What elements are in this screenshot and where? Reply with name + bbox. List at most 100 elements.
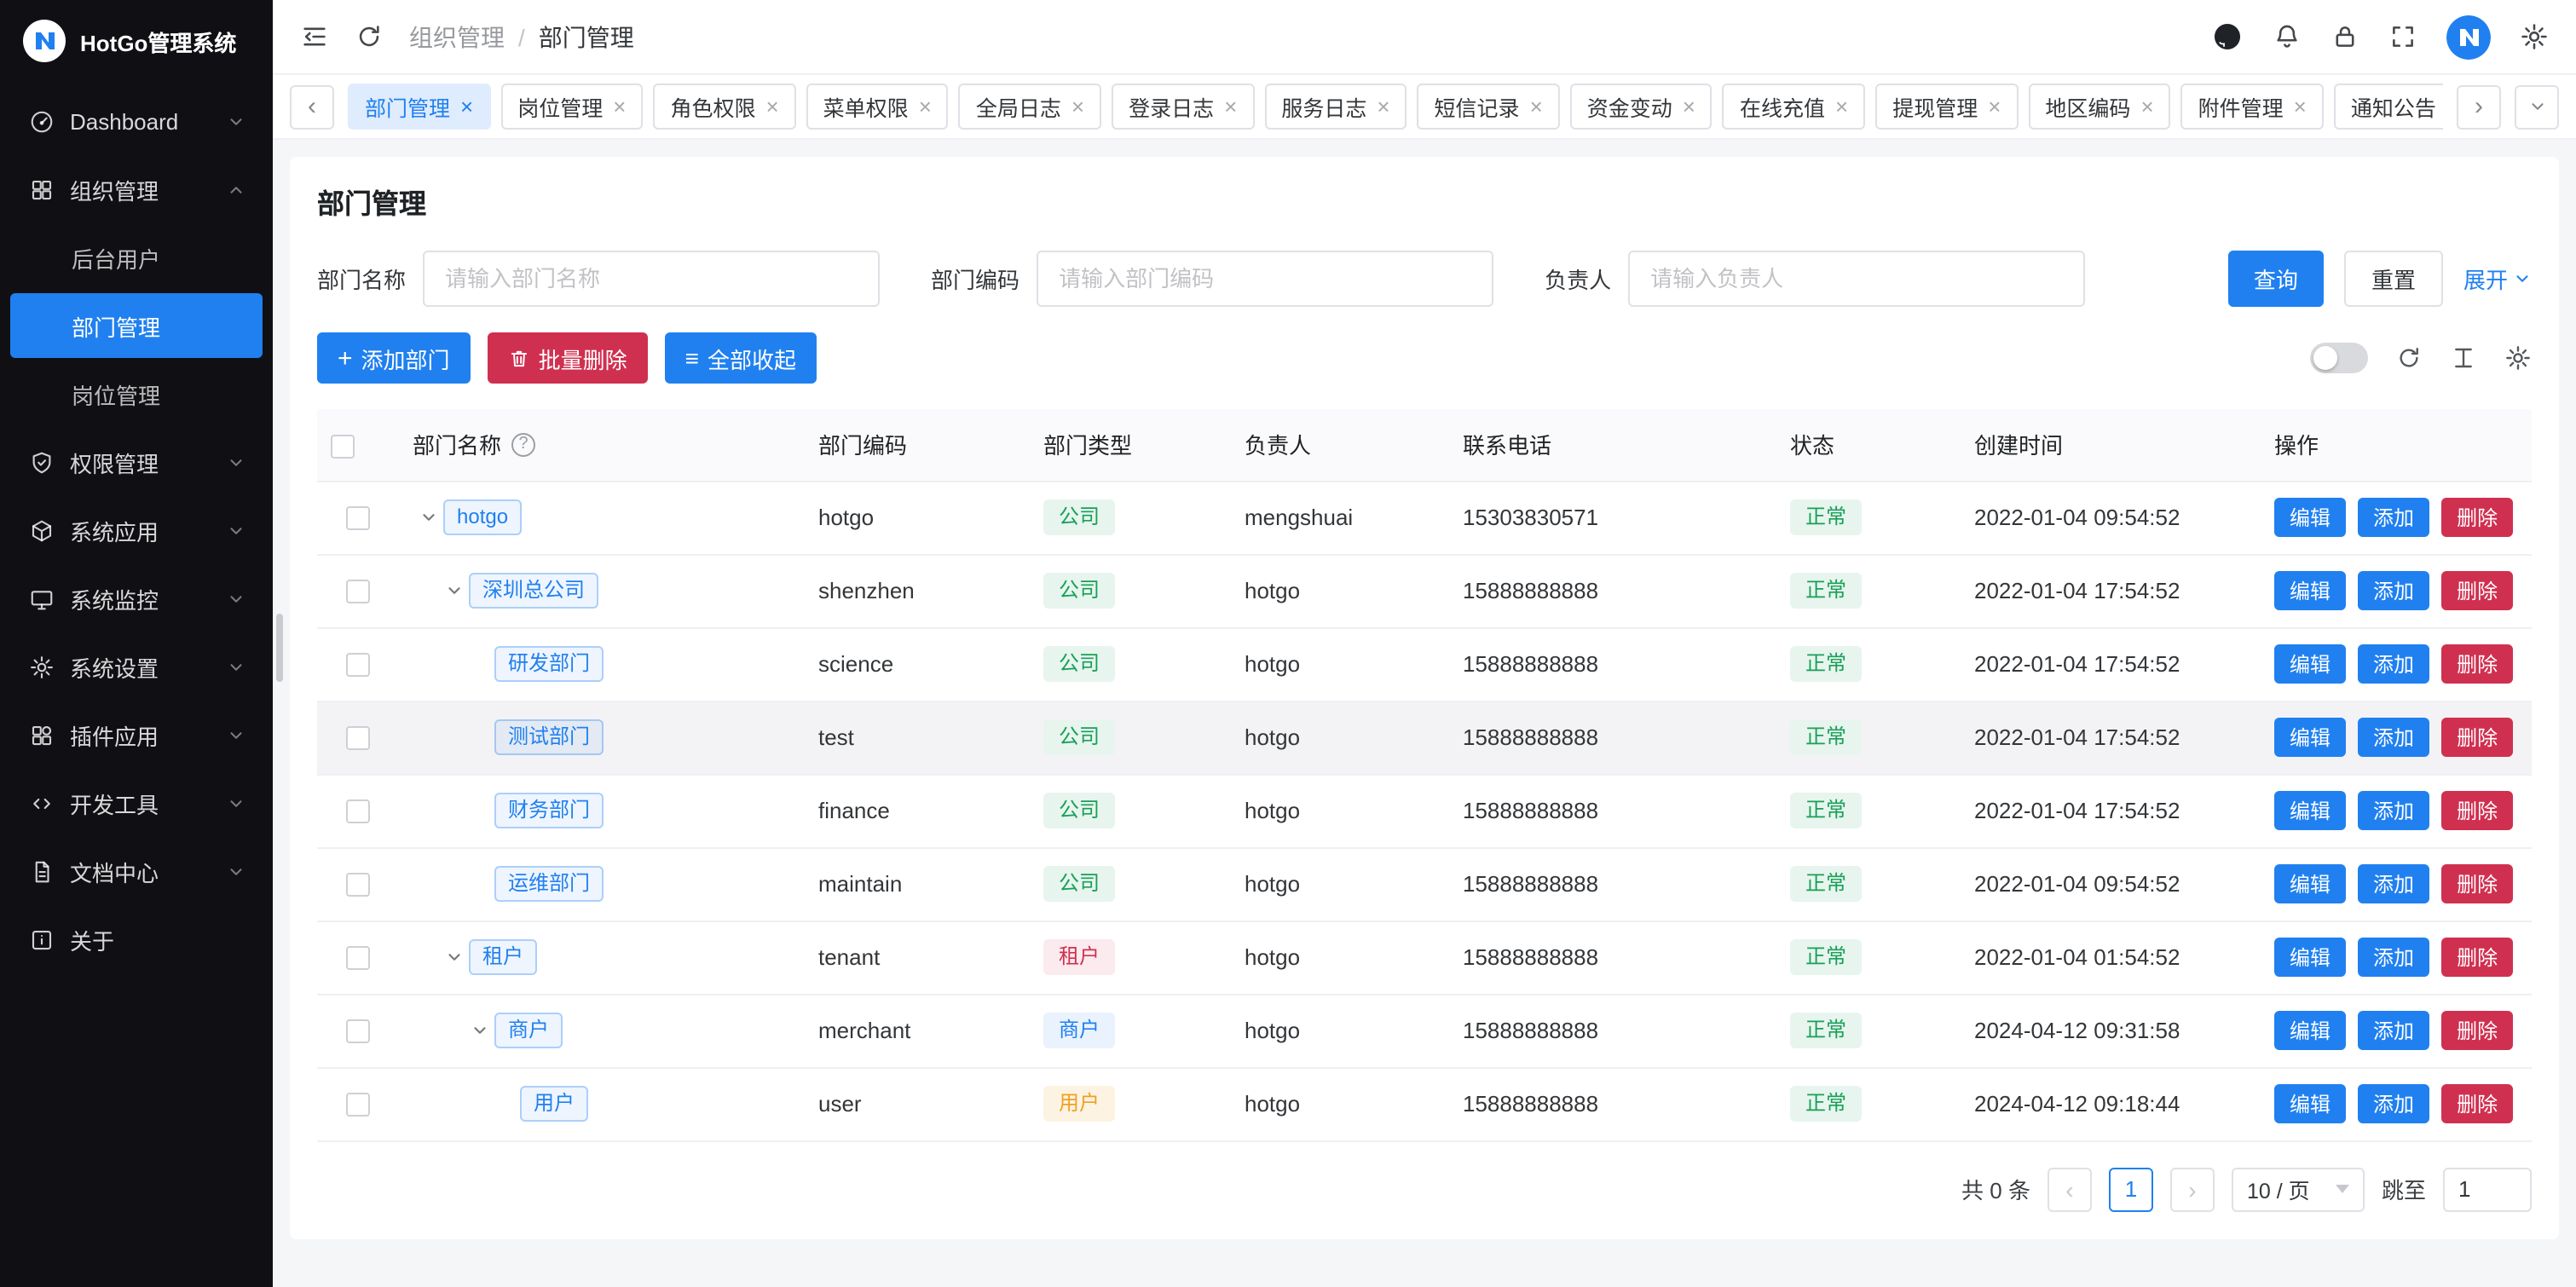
delete-button[interactable]: 删除 [2441, 571, 2513, 610]
dept-code-input[interactable] [1037, 251, 1493, 307]
reset-button[interactable]: 重置 [2344, 251, 2443, 307]
close-icon[interactable]: × [1071, 95, 1084, 118]
add-department-button[interactable]: + 添加部门 [317, 332, 471, 384]
department-name-tag[interactable]: 财务部门 [494, 792, 604, 828]
tab[interactable]: 在线充值× [1723, 84, 1865, 130]
edit-button[interactable]: 编辑 [2274, 938, 2346, 977]
sidebar-item-doc-center[interactable]: 文档中心 [10, 839, 263, 903]
edit-button[interactable]: 编辑 [2274, 1011, 2346, 1050]
tab[interactable]: 提现管理× [1875, 84, 2018, 130]
sidebar-item-department[interactable]: 部门管理 [10, 293, 263, 358]
close-icon[interactable]: × [460, 95, 473, 118]
striped-toggle-switch[interactable] [2310, 343, 2368, 373]
page-number-button[interactable]: 1 [2109, 1167, 2153, 1211]
edit-button[interactable]: 编辑 [2274, 791, 2346, 830]
row-checkbox[interactable] [346, 507, 370, 531]
sidebar-item-dev-tools[interactable]: 开发工具 [10, 770, 263, 835]
close-icon[interactable]: × [1377, 95, 1389, 118]
close-icon[interactable]: × [2140, 95, 2153, 118]
close-icon[interactable]: × [613, 95, 626, 118]
department-name-tag[interactable]: 租户 [469, 938, 537, 975]
delete-button[interactable]: 删除 [2441, 938, 2513, 977]
menu-fold-icon[interactable] [300, 22, 329, 51]
leader-input[interactable] [1628, 251, 2085, 307]
add-button[interactable]: 添加 [2358, 1011, 2429, 1050]
tab[interactable]: 岗位管理× [500, 84, 643, 130]
sidebar-item-system-monitor[interactable]: 系统监控 [10, 566, 263, 631]
tab[interactable]: 部门管理× [348, 84, 490, 130]
tabs-scroll-left-button[interactable]: ‹ [290, 84, 334, 129]
sidebar-item-dashboard[interactable]: Dashboard [10, 89, 263, 153]
expand-toggle-icon[interactable] [464, 1015, 494, 1046]
next-page-button[interactable]: › [2170, 1167, 2215, 1211]
tab[interactable]: 登录日志× [1112, 84, 1254, 130]
lock-icon[interactable] [2331, 22, 2359, 51]
app-logo[interactable]: HotGo管理系统 [0, 0, 273, 82]
sidebar-item-plugin-app[interactable]: 插件应用 [10, 702, 263, 767]
add-button[interactable]: 添加 [2358, 1084, 2429, 1123]
collapse-all-button[interactable]: ≡ 全部收起 [665, 332, 817, 384]
close-icon[interactable]: × [1683, 95, 1695, 118]
tab[interactable]: 角色权限× [653, 84, 795, 130]
close-icon[interactable]: × [1224, 95, 1237, 118]
department-name-tag[interactable]: hotgo [443, 499, 522, 535]
fullscreen-icon[interactable] [2388, 22, 2417, 51]
sidebar-item-about[interactable]: 关于 [10, 907, 263, 972]
add-button[interactable]: 添加 [2358, 718, 2429, 757]
expand-filters-link[interactable]: 展开 [2463, 263, 2532, 295]
expand-toggle-icon[interactable] [413, 502, 443, 533]
delete-button[interactable]: 删除 [2441, 644, 2513, 684]
user-avatar[interactable] [2446, 14, 2491, 59]
breadcrumb-parent[interactable]: 组织管理 [409, 20, 505, 54]
department-name-tag[interactable]: 用户 [520, 1085, 588, 1122]
edit-button[interactable]: 编辑 [2274, 644, 2346, 684]
department-name-tag[interactable]: 运维部门 [494, 865, 604, 902]
batch-delete-button[interactable]: 批量删除 [488, 332, 648, 384]
row-checkbox[interactable] [346, 654, 370, 678]
delete-button[interactable]: 删除 [2441, 1011, 2513, 1050]
department-name-tag[interactable]: 测试部门 [494, 719, 604, 755]
add-button[interactable]: 添加 [2358, 864, 2429, 903]
expand-toggle-icon[interactable] [438, 575, 469, 606]
tab[interactable]: 菜单权限× [806, 84, 949, 130]
add-button[interactable]: 添加 [2358, 571, 2429, 610]
delete-button[interactable]: 删除 [2441, 864, 2513, 903]
sidebar-item-backend-users[interactable]: 后台用户 [10, 225, 263, 290]
dept-name-input[interactable] [423, 251, 880, 307]
page-size-select[interactable]: 10 / 页 [2232, 1167, 2365, 1211]
add-button[interactable]: 添加 [2358, 498, 2429, 537]
department-name-tag[interactable]: 深圳总公司 [469, 572, 598, 609]
tabs-scroll-right-button[interactable]: › [2457, 84, 2501, 129]
add-button[interactable]: 添加 [2358, 644, 2429, 684]
sidebar-item-position[interactable]: 岗位管理 [10, 361, 263, 426]
reload-table-icon[interactable] [2395, 344, 2423, 372]
edit-button[interactable]: 编辑 [2274, 864, 2346, 903]
close-icon[interactable]: × [765, 95, 778, 118]
department-name-tag[interactable]: 商户 [494, 1012, 563, 1048]
query-button[interactable]: 查询 [2228, 251, 2324, 307]
column-settings-gear-icon[interactable] [2504, 344, 2532, 372]
row-checkbox[interactable] [346, 947, 370, 971]
bell-icon[interactable] [2273, 22, 2302, 51]
tab[interactable]: 短信记录× [1418, 84, 1560, 130]
row-checkbox[interactable] [346, 800, 370, 824]
close-icon[interactable]: × [1835, 95, 1848, 118]
edit-button[interactable]: 编辑 [2274, 498, 2346, 537]
close-icon[interactable]: × [1530, 95, 1543, 118]
select-all-checkbox[interactable] [331, 434, 355, 458]
department-name-tag[interactable]: 研发部门 [494, 645, 604, 682]
tabs-dropdown-button[interactable] [2515, 84, 2559, 129]
delete-button[interactable]: 删除 [2441, 718, 2513, 757]
row-checkbox[interactable] [346, 580, 370, 604]
tab[interactable]: 通知公告× [2334, 84, 2443, 130]
edit-button[interactable]: 编辑 [2274, 1084, 2346, 1123]
add-button[interactable]: 添加 [2358, 791, 2429, 830]
prev-page-button[interactable]: ‹ [2048, 1167, 2092, 1211]
close-icon[interactable]: × [1988, 95, 2001, 118]
tab[interactable]: 服务日志× [1264, 84, 1406, 130]
jump-to-input[interactable] [2443, 1167, 2532, 1211]
row-checkbox[interactable] [346, 874, 370, 897]
refresh-icon[interactable] [355, 22, 384, 51]
row-checkbox[interactable] [346, 1094, 370, 1117]
add-button[interactable]: 添加 [2358, 938, 2429, 977]
